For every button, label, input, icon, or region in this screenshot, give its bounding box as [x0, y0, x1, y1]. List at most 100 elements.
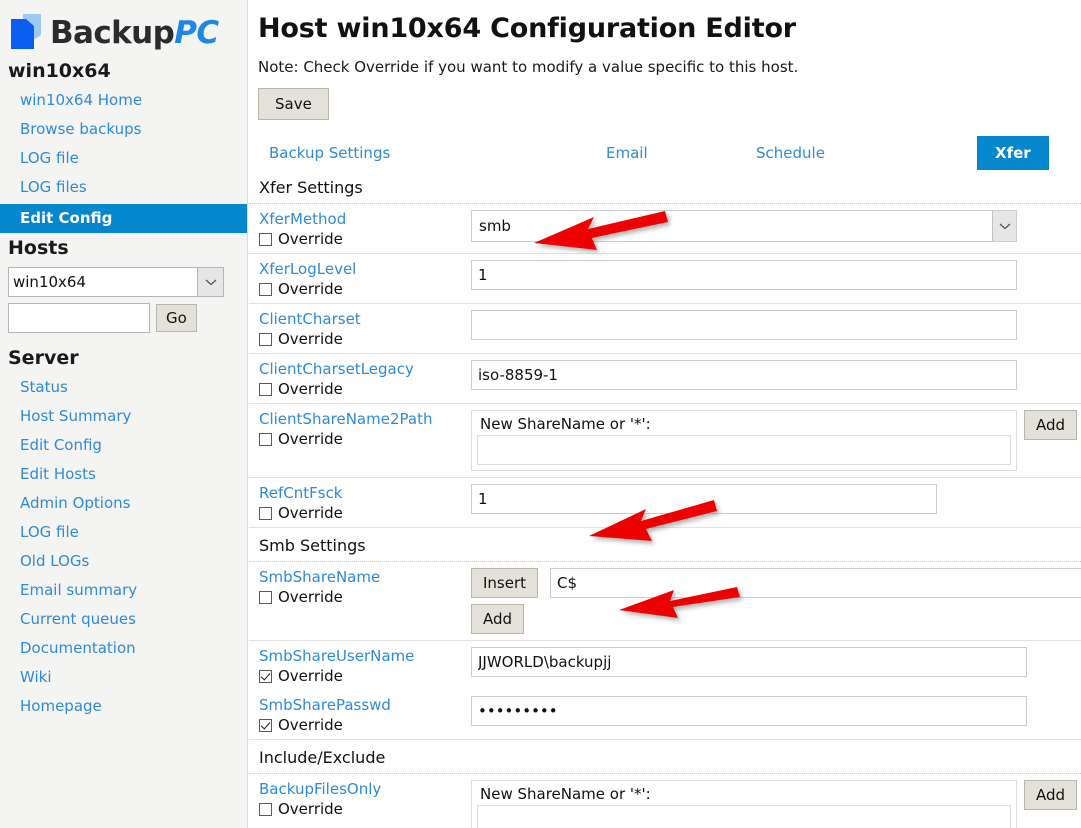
sidebar-item-log-file[interactable]: LOG file	[0, 144, 247, 173]
override-label: Override	[278, 504, 343, 522]
section-heading-smb-settings: Smb Settings	[249, 528, 1081, 562]
option-name[interactable]: ClientShareName2Path	[259, 409, 471, 429]
xfermethod-select[interactable]: smb	[471, 210, 1017, 242]
override-control[interactable]: Override	[259, 280, 471, 298]
config-row-label: SmbShareName Override	[249, 562, 471, 611]
save-row: Save	[249, 76, 1081, 120]
override-control[interactable]: Override	[259, 504, 471, 522]
host-select-row: win10x64	[0, 263, 247, 297]
save-button[interactable]: Save	[258, 88, 329, 120]
sidebar-item-server-log-file[interactable]: LOG file	[0, 518, 247, 547]
option-name[interactable]: ClientCharsetLegacy	[259, 359, 471, 379]
option-name[interactable]: BackupFilesOnly	[259, 779, 471, 799]
chevron-down-icon[interactable]	[992, 211, 1016, 241]
config-row-smbsharepasswd: SmbSharePasswd Override	[249, 690, 1081, 740]
override-checkbox[interactable]	[259, 719, 272, 732]
smbsharepasswd-input[interactable]	[471, 696, 1027, 726]
insert-button[interactable]: Insert	[471, 568, 538, 598]
option-name[interactable]: XferLogLevel	[259, 259, 471, 279]
override-label: Override	[278, 588, 343, 606]
sidebar-item-old-logs[interactable]: Old LOGs	[0, 547, 247, 576]
override-control[interactable]: Override	[259, 330, 471, 348]
override-checkbox[interactable]	[259, 803, 272, 816]
smbsharename-input[interactable]	[550, 568, 1081, 598]
sidebar-item-log-files[interactable]: LOG files	[0, 173, 247, 202]
smbshareusername-input[interactable]	[471, 647, 1027, 677]
config-row-label: XferMethod Override	[249, 204, 471, 253]
tab-schedule[interactable]: Schedule	[756, 136, 825, 170]
sidebar-item-edit-config[interactable]: Edit Config	[0, 204, 247, 233]
clientsharename2path-input[interactable]	[477, 435, 1011, 465]
backupfilesonly-input[interactable]	[477, 805, 1011, 828]
option-name[interactable]: SmbShareName	[259, 567, 471, 587]
add-button[interactable]: Add	[1024, 410, 1077, 440]
override-control[interactable]: Override	[259, 230, 471, 248]
override-checkbox[interactable]	[259, 233, 272, 246]
config-row-xferloglevel: XferLogLevel Override	[249, 254, 1081, 304]
sidebar-item-documentation[interactable]: Documentation	[0, 634, 247, 663]
config-row-label: SmbSharePasswd Override	[249, 690, 471, 739]
override-label: Override	[278, 716, 343, 734]
tab-email[interactable]: Email	[606, 136, 648, 170]
override-checkbox[interactable]	[259, 433, 272, 446]
sidebar-item-wiki[interactable]: Wiki	[0, 663, 247, 692]
config-row-smbsharename: SmbShareName Override Insert Add	[249, 562, 1081, 641]
add-button[interactable]: Add	[1024, 780, 1077, 810]
override-control[interactable]: Override	[259, 588, 471, 606]
override-control[interactable]: Override	[259, 380, 471, 398]
sidebar-item-server-edit-config[interactable]: Edit Config	[0, 431, 247, 460]
option-name[interactable]: XferMethod	[259, 209, 471, 229]
sidebar-item-edit-hosts[interactable]: Edit Hosts	[0, 460, 247, 489]
option-name[interactable]: ClientCharset	[259, 309, 471, 329]
sidebar-item-win10x64-home[interactable]: win10x64 Home	[0, 86, 247, 115]
sidebar-item-homepage[interactable]: Homepage	[0, 692, 247, 721]
config-row-field: Insert Add	[471, 562, 1081, 640]
option-name[interactable]: SmbShareUserName	[259, 646, 471, 666]
new-sharename-label: New ShareName or '*':	[477, 785, 1011, 805]
section-heading-xfer-settings: Xfer Settings	[249, 170, 1081, 204]
xfermethod-value: smb	[472, 217, 511, 235]
override-label: Override	[278, 800, 343, 818]
folder-icon	[6, 11, 46, 55]
tab-backup-settings[interactable]: Backup Settings	[269, 136, 390, 170]
override-checkbox[interactable]	[259, 383, 272, 396]
smbsharename-add-row: Add	[471, 604, 1081, 634]
override-control[interactable]: Override	[259, 430, 471, 448]
add-button[interactable]: Add	[471, 604, 524, 634]
host-select[interactable]: win10x64	[8, 267, 224, 297]
tab-xfer[interactable]: Xfer	[977, 136, 1049, 170]
override-checkbox[interactable]	[259, 591, 272, 604]
go-button[interactable]: Go	[156, 304, 197, 332]
override-checkbox[interactable]	[259, 333, 272, 346]
override-label: Override	[278, 667, 343, 685]
brand-name-main: Backup	[50, 15, 174, 51]
sidebar-item-browse-backups[interactable]: Browse backups	[0, 115, 247, 144]
sharelist-line: New ShareName or '*': Add	[471, 780, 1081, 828]
sidebar-item-email-summary[interactable]: Email summary	[0, 576, 247, 605]
sidebar-item-current-queues[interactable]: Current queues	[0, 605, 247, 634]
override-control[interactable]: Override	[259, 667, 471, 685]
override-control[interactable]: Override	[259, 800, 471, 818]
host-select-wrapper[interactable]: win10x64	[8, 267, 224, 297]
sidebar-item-status[interactable]: Status	[0, 373, 247, 402]
config-row-label: RefCntFsck Override	[249, 478, 471, 527]
option-name[interactable]: RefCntFsck	[259, 483, 471, 503]
option-name[interactable]: SmbSharePasswd	[259, 695, 471, 715]
clientcharsetlegacy-input[interactable]	[471, 360, 1017, 390]
smb-settings-rows: SmbShareName Override Insert Add	[249, 562, 1081, 740]
xferloglevel-input[interactable]	[471, 260, 1017, 290]
sidebar-item-host-summary[interactable]: Host Summary	[0, 402, 247, 431]
override-checkbox[interactable]	[259, 670, 272, 683]
sidebar-item-admin-options[interactable]: Admin Options	[0, 489, 247, 518]
config-row-field	[471, 354, 1081, 396]
host-search-input[interactable]	[8, 303, 150, 333]
override-checkbox[interactable]	[259, 283, 272, 296]
override-control[interactable]: Override	[259, 716, 471, 734]
refcntfsck-input[interactable]	[471, 484, 937, 514]
brand-logo[interactable]: BackupPC	[0, 0, 247, 58]
clientcharset-input[interactable]	[471, 310, 1017, 340]
override-label: Override	[278, 230, 343, 248]
override-checkbox[interactable]	[259, 507, 272, 520]
config-row-field: New ShareName or '*': Add	[471, 404, 1081, 477]
config-row-field: smb	[471, 204, 1081, 248]
